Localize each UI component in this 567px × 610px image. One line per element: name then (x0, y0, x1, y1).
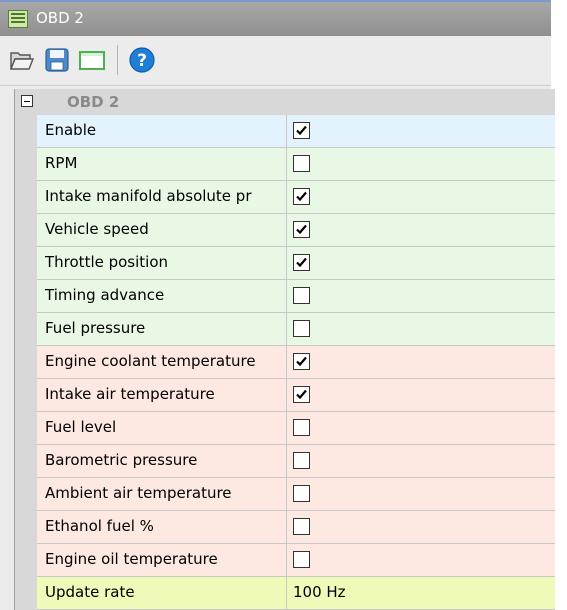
property-row[interactable]: Barometric pressure (37, 445, 555, 478)
property-row[interactable]: Throttle position (37, 247, 555, 280)
property-name: Throttle position (37, 247, 287, 279)
collapse-icon[interactable] (21, 95, 33, 107)
property-name: Barometric pressure (37, 445, 287, 477)
help-icon: ? (129, 47, 155, 73)
property-name: Engine coolant temperature (37, 346, 287, 378)
property-name: Fuel level (37, 412, 287, 444)
toolbar: ? (0, 36, 551, 86)
property-row[interactable]: Engine oil temperature (37, 544, 555, 577)
property-name: Enable (37, 115, 287, 147)
toolbar-separator (117, 45, 118, 75)
checkbox[interactable] (293, 485, 310, 502)
property-name: Intake air temperature (37, 379, 287, 411)
checkmark-icon (296, 356, 307, 367)
category-row[interactable]: OBD 2 (15, 89, 555, 115)
checkmark-icon (296, 389, 307, 400)
open-button[interactable] (8, 46, 36, 74)
window-title: OBD 2 (36, 9, 84, 27)
checkbox[interactable] (293, 320, 310, 337)
property-value[interactable] (287, 511, 555, 543)
property-name: Vehicle speed (37, 214, 287, 246)
property-name: Timing advance (37, 280, 287, 312)
checkbox[interactable] (293, 122, 310, 139)
property-name: Intake manifold absolute pr (37, 181, 287, 213)
property-value[interactable] (287, 148, 555, 180)
property-value[interactable] (287, 412, 555, 444)
property-name: Fuel pressure (37, 313, 287, 345)
title-bar: OBD 2 (0, 0, 551, 36)
property-value[interactable] (287, 478, 555, 510)
checkbox[interactable] (293, 518, 310, 535)
property-name: RPM (37, 148, 287, 180)
checkbox[interactable] (293, 419, 310, 436)
property-row[interactable]: Intake air temperature (37, 379, 555, 412)
svg-text:?: ? (137, 51, 147, 71)
update-rate-value[interactable]: 100 Hz (287, 577, 555, 609)
checkbox[interactable] (293, 254, 310, 271)
property-value[interactable] (287, 544, 555, 576)
checkmark-icon (296, 191, 307, 202)
grid-list-icon (8, 10, 28, 28)
checkbox[interactable] (293, 353, 310, 370)
property-value[interactable] (287, 445, 555, 477)
help-button[interactable]: ? (128, 46, 156, 74)
checkbox[interactable] (293, 386, 310, 403)
property-value[interactable] (287, 346, 555, 378)
property-row[interactable]: RPM (37, 148, 555, 181)
property-value[interactable] (287, 181, 555, 213)
folder-open-icon (9, 52, 35, 70)
property-name: Ethanol fuel % (37, 511, 287, 543)
property-gutter (15, 115, 37, 610)
property-row[interactable]: Engine coolant temperature (37, 346, 555, 379)
floppy-disk-icon (45, 48, 69, 72)
property-name: Engine oil temperature (37, 544, 287, 576)
property-value[interactable] (287, 247, 555, 279)
checkbox[interactable] (293, 287, 310, 304)
property-name: Update rate (37, 577, 287, 609)
property-name: Ambient air temperature (37, 478, 287, 510)
blank-window-icon (79, 51, 105, 70)
checkmark-icon (296, 125, 307, 136)
property-value[interactable] (287, 214, 555, 246)
checkbox[interactable] (293, 452, 310, 469)
property-value[interactable] (287, 313, 555, 345)
property-row[interactable]: Timing advance (37, 280, 555, 313)
property-row[interactable]: Vehicle speed (37, 214, 555, 247)
property-value[interactable] (287, 115, 555, 147)
property-row[interactable]: Fuel pressure (37, 313, 555, 346)
checkmark-icon (296, 257, 307, 268)
checkbox[interactable] (293, 155, 310, 172)
property-row[interactable]: Fuel level (37, 412, 555, 445)
blank-button[interactable] (78, 46, 106, 74)
property-rows: Enable RPM Intake manifold absolute pr Vehi… (37, 115, 555, 610)
property-value[interactable] (287, 379, 555, 411)
checkbox[interactable] (293, 188, 310, 205)
property-grid: OBD 2 Enable RPM Intake manifold absolute … (14, 89, 555, 610)
checkmark-icon (296, 224, 307, 235)
category-label: OBD 2 (67, 93, 120, 111)
obd2-window: OBD 2 ? OBD 2 Enable RPM Intake manifold… (0, 0, 555, 610)
property-row[interactable]: Intake manifold absolute pr (37, 181, 555, 214)
property-row[interactable]: Update rate 100 Hz (37, 577, 555, 610)
property-row[interactable]: Ethanol fuel % (37, 511, 555, 544)
property-value[interactable] (287, 280, 555, 312)
checkbox[interactable] (293, 221, 310, 238)
property-row[interactable]: Ambient air temperature (37, 478, 555, 511)
property-row[interactable]: Enable (37, 115, 555, 148)
checkbox[interactable] (293, 551, 310, 568)
save-button[interactable] (43, 46, 71, 74)
